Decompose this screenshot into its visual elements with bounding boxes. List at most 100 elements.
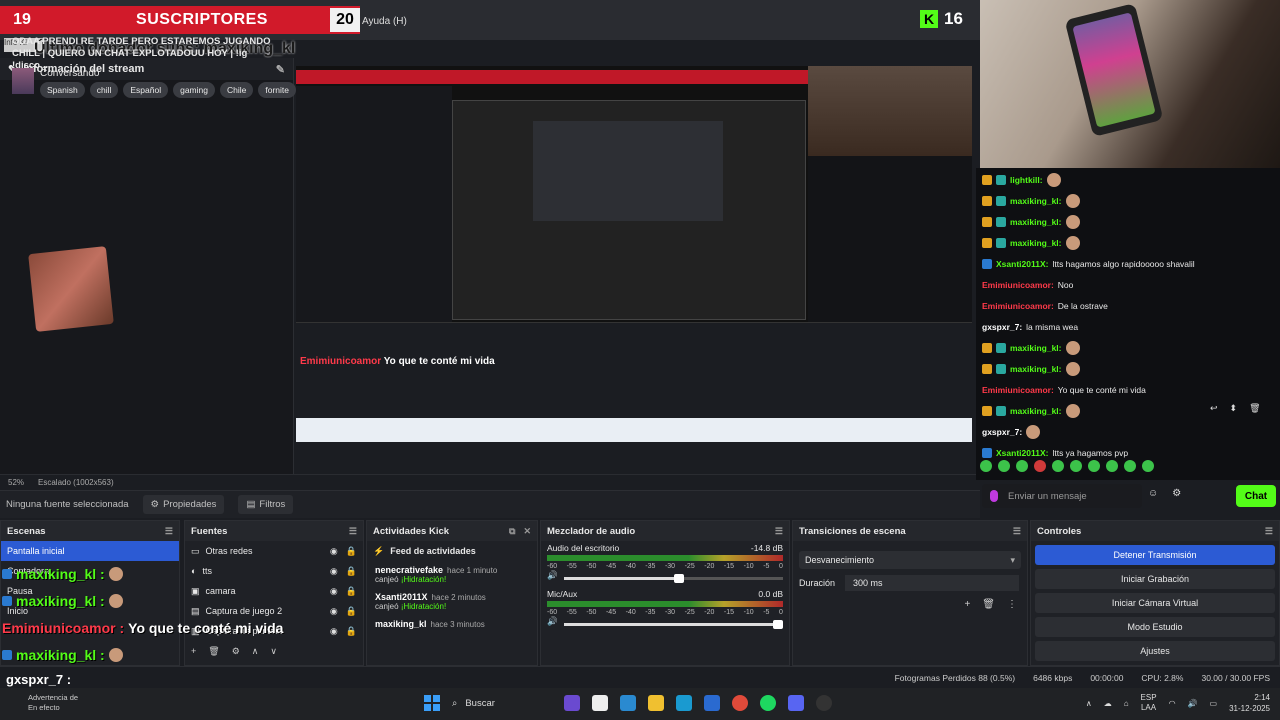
chat-username[interactable]: maxiking_kl: [1010, 343, 1062, 353]
lock-icon[interactable]: 🔒 [346, 626, 357, 637]
start-recording-button[interactable]: Iniciar Grabación [1035, 569, 1275, 589]
wifi-icon[interactable]: ◠ [1169, 699, 1176, 708]
windows-start-icon[interactable] [424, 695, 440, 711]
speaker-icon[interactable]: 🔊 [547, 616, 558, 627]
app-icon[interactable] [704, 695, 720, 711]
source-item[interactable]: ▭ Otras redes ◉ 🔒 [185, 541, 363, 561]
clock[interactable]: 2:14 31-12-2025 [1229, 692, 1270, 714]
filters-button[interactable]: ▤ Filtros [238, 495, 294, 514]
close-icon[interactable]: ✕ [523, 526, 531, 537]
chat-message: maxiking_kl: [982, 359, 1272, 379]
emote-icon[interactable] [1142, 460, 1154, 472]
chat-username[interactable]: gxspxr_7: [982, 322, 1022, 332]
studio-mode-button[interactable]: Modo Estudio [1035, 617, 1275, 637]
add-icon[interactable]: + [964, 599, 970, 610]
menu-help[interactable]: Ayuda (H) [362, 16, 407, 27]
emote-icon[interactable] [1088, 460, 1100, 472]
subscriber-title: SUSCRIPTORES [136, 11, 268, 28]
chat-username[interactable]: Xsanti2011X: [996, 448, 1048, 458]
warning-notice[interactable]: Advertencia de En efecto [28, 693, 78, 713]
dock-menu-icon[interactable]: ☰ [775, 526, 783, 537]
obs-icon[interactable] [816, 695, 832, 711]
emote-icon[interactable] [1124, 460, 1136, 472]
trash-icon[interactable]: 🗑 [982, 599, 995, 610]
popout-icon[interactable]: ⧉ [509, 526, 515, 537]
more-icon[interactable]: ⋮ [1007, 599, 1017, 610]
zoom-level[interactable]: 52% [8, 478, 24, 487]
crown-badge-icon [982, 175, 992, 185]
feed-title: Feed de actividades [390, 546, 476, 556]
transition-select[interactable]: Desvanecimiento ▾ [799, 551, 1021, 569]
emote-icon[interactable] [1070, 460, 1082, 472]
delete-icon[interactable]: 🗑 [1249, 403, 1260, 414]
dock-menu-icon[interactable]: ☰ [1265, 526, 1273, 537]
scale-mode[interactable]: Escalado (1002x563) [38, 478, 114, 487]
chat-username[interactable]: Emimiunicoamor: [982, 385, 1054, 395]
stop-stream-button[interactable]: Detener Transmisión [1035, 545, 1275, 565]
edge-icon[interactable] [676, 695, 692, 711]
chat-username[interactable]: gxspxr_7: [982, 427, 1022, 437]
spotify-icon[interactable] [760, 695, 776, 711]
emote-icon[interactable] [1052, 460, 1064, 472]
chat-username[interactable]: Emimiunicoamor: [982, 301, 1054, 311]
volume-icon[interactable]: 🔊 [1188, 699, 1198, 708]
chat-username[interactable]: maxiking_kl: [1010, 364, 1062, 374]
emote-icon[interactable] [1106, 460, 1118, 472]
emote-icon[interactable] [998, 460, 1010, 472]
volume-slider[interactable] [563, 619, 783, 629]
chat-username[interactable]: maxiking_kl: [1010, 217, 1062, 227]
eye-icon[interactable]: ◉ [330, 606, 338, 617]
settings-button[interactable]: Ajustes [1035, 641, 1275, 661]
dock-menu-icon[interactable]: ☰ [1013, 526, 1021, 537]
speaker-icon[interactable]: 🔊 [547, 570, 558, 581]
folder-icon[interactable] [648, 695, 664, 711]
chat-username[interactable]: maxiking_kl: [1010, 406, 1062, 416]
chevron-up-icon[interactable]: ∧ [1086, 699, 1092, 708]
app-icon[interactable] [564, 695, 580, 711]
app-icon[interactable] [620, 695, 636, 711]
chrome-icon[interactable] [732, 695, 748, 711]
eye-icon[interactable]: ◉ [330, 626, 338, 637]
lock-icon[interactable]: 🔒 [346, 546, 357, 557]
app-icon[interactable] [592, 695, 608, 711]
eye-icon[interactable]: ◉ [330, 546, 338, 557]
network-icon[interactable]: ⌂ [1124, 699, 1129, 708]
battery-icon[interactable]: ▭ [1210, 699, 1218, 708]
overlay-chat-user: gxspxr_7 : [6, 672, 72, 687]
lock-icon[interactable]: 🔒 [346, 606, 357, 617]
volume-slider[interactable] [563, 573, 783, 583]
duration-input[interactable]: 300 ms [845, 575, 1020, 591]
overlay-chat-user: maxiking_kl : [16, 565, 105, 582]
chat-send-button[interactable]: Chat [1236, 485, 1276, 507]
properties-button[interactable]: ⚙ Propiedades [142, 495, 225, 514]
eye-icon[interactable]: ◉ [330, 566, 338, 577]
dock-menu-icon[interactable]: ☰ [165, 526, 173, 537]
scene-item[interactable]: Pantalla inicial [1, 541, 179, 561]
emote-icon[interactable] [1034, 460, 1046, 472]
chat-username[interactable]: lightkill: [1010, 175, 1043, 185]
emote-icon [1065, 362, 1080, 376]
chat-input[interactable]: Enviar un mensaje [982, 484, 1142, 508]
chat-username[interactable]: Xsanti2011X: [996, 259, 1048, 269]
eye-icon[interactable]: ◉ [330, 586, 338, 597]
lock-icon[interactable]: 🔒 [346, 566, 357, 577]
reply-icon[interactable]: ↩ [1210, 403, 1218, 414]
emote-icon[interactable] [1016, 460, 1028, 472]
settings-icon[interactable]: ⚙ [1172, 488, 1181, 499]
mod-badge-icon [2, 595, 12, 606]
start-virtual-camera-button[interactable]: Iniciar Cámara Virtual [1035, 593, 1275, 613]
dock-menu-icon[interactable]: ☰ [349, 526, 357, 537]
lock-icon[interactable]: 🔒 [346, 586, 357, 597]
emoji-icon[interactable]: ☺ [1148, 488, 1158, 499]
discord-icon[interactable] [788, 695, 804, 711]
chat-username[interactable]: maxiking_kl: [1010, 196, 1062, 206]
chat-username[interactable]: maxiking_kl: [1010, 238, 1062, 248]
tag: Spanish [40, 82, 85, 98]
chat-username[interactable]: Emimiunicoamor: [982, 280, 1054, 290]
input-language[interactable]: ESP [1141, 693, 1157, 703]
cloud-icon[interactable]: ☁ [1104, 699, 1112, 708]
pin-icon[interactable]: ⬍ [1230, 403, 1238, 414]
emote-icon[interactable] [980, 460, 992, 472]
stream-preview[interactable] [296, 66, 972, 442]
taskbar-search[interactable]: ⌕ Buscar [452, 692, 552, 714]
